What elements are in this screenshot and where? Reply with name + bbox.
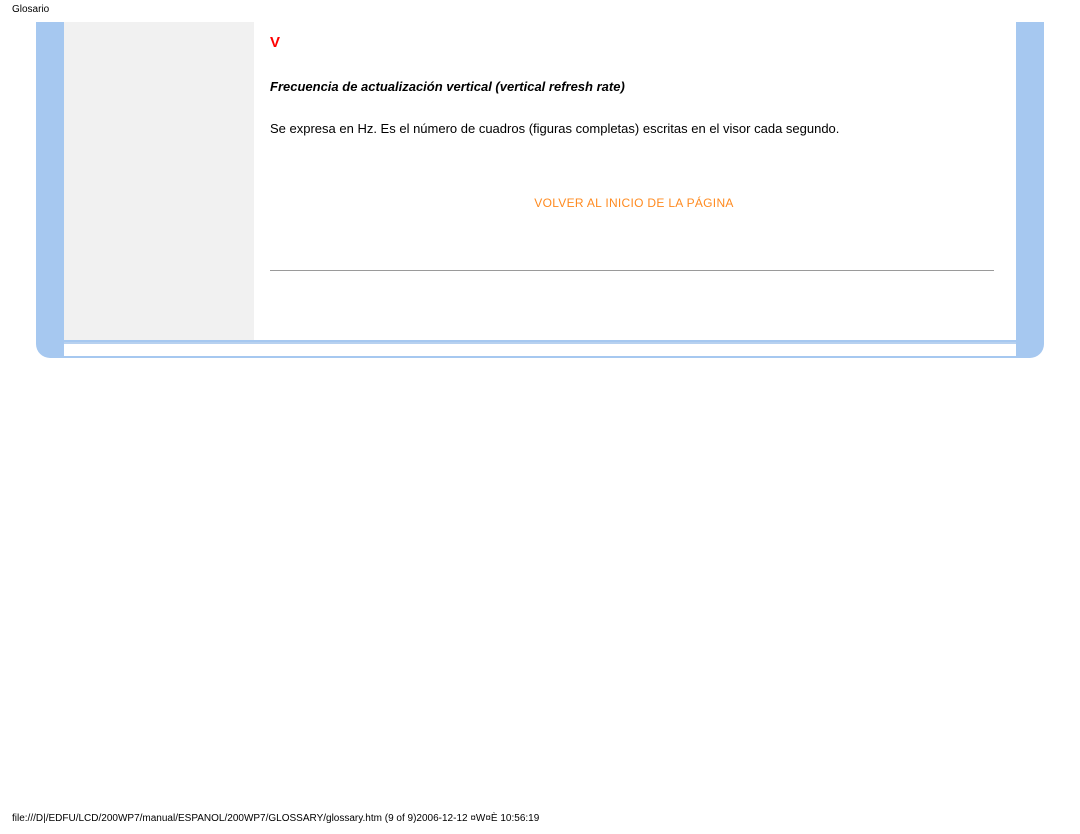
term-body: Se expresa en Hz. Es el número de cuadro… (270, 120, 998, 138)
divider (270, 270, 994, 271)
footer-file-path: file:///D|/EDFU/LCD/200WP7/manual/ESPANO… (12, 813, 539, 824)
content-stage: V Frecuencia de actualización vertical (… (64, 22, 1016, 340)
bottom-strip (64, 342, 1016, 356)
left-gutter (64, 22, 254, 340)
section-letter: V (270, 34, 998, 51)
glossary-content: V Frecuencia de actualización vertical (… (270, 22, 998, 271)
content-frame: V Frecuencia de actualización vertical (… (36, 22, 1044, 358)
back-to-top-link[interactable]: VOLVER AL INICIO DE LA PÁGINA (270, 196, 998, 210)
term-heading: Frecuencia de actualización vertical (ve… (270, 79, 998, 94)
page-root: Glosario V Frecuencia de actualización v… (0, 0, 1080, 834)
page-header-title: Glosario (12, 4, 49, 15)
